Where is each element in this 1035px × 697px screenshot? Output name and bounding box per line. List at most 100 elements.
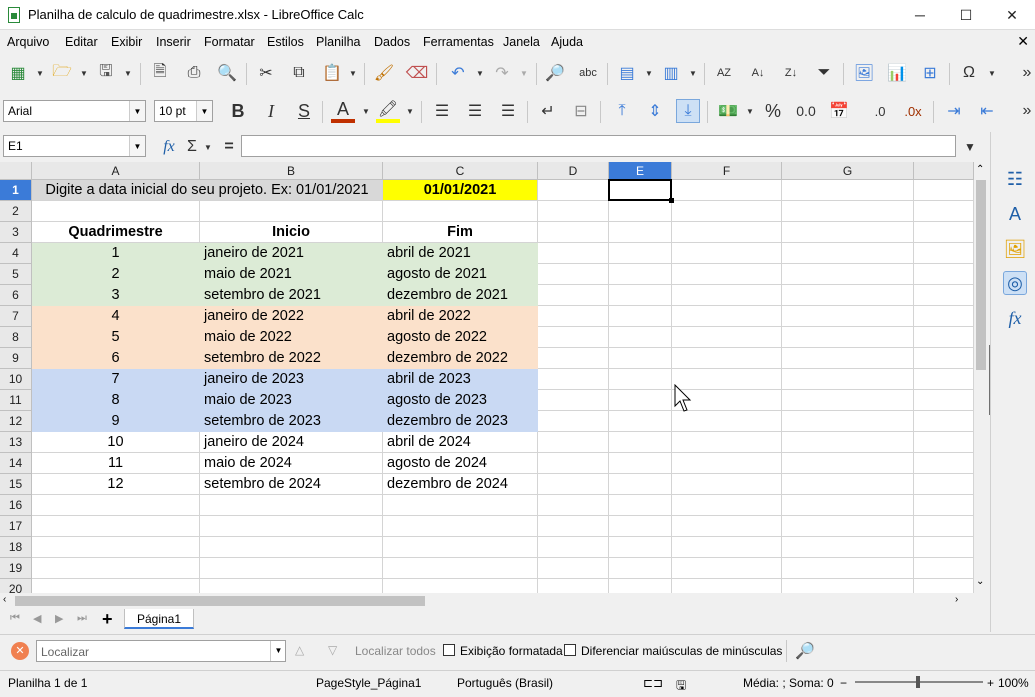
cell-c1[interactable]: 01/01/2021 (383, 180, 538, 201)
grid-cell[interactable] (782, 327, 914, 348)
column-header-c[interactable]: C (383, 162, 538, 180)
grid-cell[interactable] (609, 390, 672, 411)
grid-cell[interactable] (914, 222, 974, 243)
grid-cell[interactable] (914, 537, 974, 558)
menu-estilos[interactable]: Estilos (267, 35, 304, 49)
menu-formatar[interactable]: Formatar (204, 35, 255, 49)
grid-cell[interactable] (538, 537, 609, 558)
prev-sheet-icon[interactable]: ◀ (33, 612, 41, 625)
scroll-left-icon[interactable]: ‹ (3, 594, 6, 605)
row-header[interactable]: 2 (0, 201, 32, 222)
grid-cell[interactable] (538, 579, 609, 593)
grid-cell[interactable] (32, 516, 200, 537)
grid-cell[interactable] (538, 222, 609, 243)
clear-formatting-icon[interactable]: ⌫ (405, 61, 429, 85)
find-history-dropdown-icon[interactable]: ▼ (270, 641, 286, 661)
row-header[interactable]: 1 (0, 180, 32, 201)
paste-dropdown-icon[interactable]: ▼ (349, 61, 357, 85)
grid-cell[interactable] (200, 537, 383, 558)
grid-cell[interactable] (914, 579, 974, 593)
grid-cell[interactable] (782, 453, 914, 474)
grid-cell[interactable] (672, 516, 782, 537)
column-header-g[interactable]: G (782, 162, 914, 180)
row-header[interactable]: 18 (0, 537, 32, 558)
grid-cell[interactable] (782, 432, 914, 453)
navigator-icon[interactable]: ◎ (1003, 271, 1027, 295)
fim-cell[interactable]: abril de 2023 (383, 369, 538, 390)
fim-cell[interactable]: dezembro de 2021 (383, 285, 538, 306)
date-format-icon[interactable]: 📅 (827, 99, 851, 123)
formula-input[interactable] (241, 135, 956, 157)
grid-cell[interactable] (914, 453, 974, 474)
grid-cell[interactable] (609, 579, 672, 593)
autofilter-icon[interactable]: ⏷ (812, 61, 836, 85)
inicio-cell[interactable]: maio de 2021 (200, 264, 383, 285)
formula-icon[interactable]: = (217, 135, 241, 159)
grid-cell[interactable] (609, 411, 672, 432)
inicio-cell[interactable]: janeiro de 2024 (200, 432, 383, 453)
grid-cell[interactable] (538, 390, 609, 411)
grid-cell[interactable] (914, 348, 974, 369)
grid-cell[interactable] (782, 579, 914, 593)
find-replace-icon[interactable]: 🔎 (543, 61, 567, 85)
row-icon[interactable]: ▤ (615, 61, 639, 85)
fim-cell[interactable]: abril de 2022 (383, 306, 538, 327)
inicio-cell[interactable]: setembro de 2024 (200, 474, 383, 495)
column-header-f[interactable]: F (672, 162, 782, 180)
save-icon[interactable]: 🖫 (94, 61, 118, 85)
grid-cell[interactable] (914, 285, 974, 306)
grid-cell[interactable] (914, 306, 974, 327)
grid-cell[interactable] (782, 537, 914, 558)
grid-cell[interactable] (782, 201, 914, 222)
grid-cell[interactable] (538, 348, 609, 369)
column-header-d[interactable]: D (538, 162, 609, 180)
grid-cell[interactable] (609, 453, 672, 474)
grid-cell[interactable] (538, 411, 609, 432)
highlight-dropdown-icon[interactable]: ▼ (406, 99, 414, 123)
toolbar-overflow-icon[interactable]: » (1015, 61, 1035, 85)
zoom-level[interactable]: 100% (998, 676, 1029, 690)
grid-cell[interactable] (32, 558, 200, 579)
save-dropdown-icon[interactable]: ▼ (124, 61, 132, 85)
quadrimestre-cell[interactable]: 11 (32, 453, 200, 474)
grid-cell[interactable] (32, 537, 200, 558)
close-button[interactable]: ✕ (989, 0, 1035, 30)
row-dropdown-icon[interactable]: ▼ (645, 61, 653, 85)
grid-cell[interactable] (672, 243, 782, 264)
grid-cell[interactable] (672, 474, 782, 495)
new-dropdown-icon[interactable]: ▼ (36, 61, 44, 85)
menu-janela[interactable]: Janela (503, 35, 540, 49)
sum-dropdown-icon[interactable]: ▼ (204, 135, 212, 159)
fim-cell[interactable]: abril de 2024 (383, 432, 538, 453)
find-previous-icon[interactable]: △ (295, 643, 304, 657)
expand-formula-bar-icon[interactable]: ▼ (958, 135, 982, 159)
grid-cell[interactable] (32, 579, 200, 593)
row-header[interactable]: 6 (0, 285, 32, 306)
sheet-tab-pagina1[interactable]: Página1 (124, 609, 194, 629)
pivot-table-icon[interactable]: ⊞ (918, 61, 942, 85)
row-header[interactable]: 3 (0, 222, 32, 243)
zoom-slider-thumb[interactable] (916, 676, 920, 688)
vertical-scrollbar[interactable]: ⌃ ⌄ (974, 162, 988, 593)
menu-ferramentas[interactable]: Ferramentas (423, 35, 494, 49)
grid-cell[interactable] (538, 264, 609, 285)
underline-icon[interactable]: S (292, 99, 316, 123)
grid-cell[interactable] (672, 201, 782, 222)
find-replace-dialog-icon[interactable]: 🔎 (793, 639, 817, 663)
quadrimestre-cell[interactable]: 10 (32, 432, 200, 453)
quadrimestre-cell[interactable]: 12 (32, 474, 200, 495)
sort-ascending-icon[interactable]: A↓ (746, 61, 770, 85)
column-header-h[interactable] (914, 162, 974, 180)
add-sheet-button[interactable]: + (102, 609, 113, 630)
inicio-cell[interactable]: janeiro de 2023 (200, 369, 383, 390)
grid-cell[interactable] (200, 495, 383, 516)
grid-cell[interactable] (672, 180, 782, 201)
font-color-dropdown-icon[interactable]: ▼ (362, 99, 370, 123)
fim-cell[interactable]: agosto de 2023 (383, 390, 538, 411)
grid-cell[interactable] (782, 348, 914, 369)
grid-cell[interactable] (609, 264, 672, 285)
grid-cell[interactable] (609, 516, 672, 537)
grid-cell[interactable] (914, 495, 974, 516)
grid-cell[interactable] (609, 306, 672, 327)
grid-cell[interactable] (914, 264, 974, 285)
